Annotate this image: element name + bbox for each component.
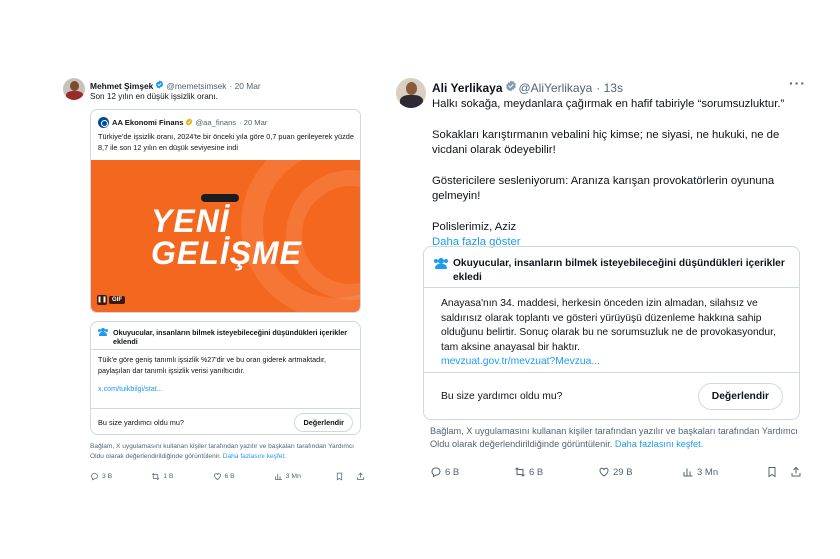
avatar-shirt bbox=[400, 95, 423, 108]
divider bbox=[91, 349, 360, 350]
community-note: Okuyucular, insanların bilmek isteyebile… bbox=[423, 246, 800, 420]
reply-button[interactable]: 3 B bbox=[90, 472, 151, 481]
like-button[interactable]: 29 B bbox=[598, 466, 682, 478]
headline-line-2: GELİŞME bbox=[151, 235, 303, 271]
community-notes-icon bbox=[434, 258, 448, 269]
tweet-actions: 6 B 6 B 29 B 3 Mn bbox=[430, 466, 802, 478]
views-button[interactable]: 3 Mn bbox=[274, 472, 335, 481]
learn-more-link[interactable]: Daha fazlasını keşfet. bbox=[615, 439, 703, 449]
avatar[interactable] bbox=[63, 78, 85, 100]
media-headline: YENİ GELİŞME bbox=[151, 205, 302, 269]
like-count: 29 B bbox=[613, 466, 633, 478]
aa-logo-avatar bbox=[98, 117, 109, 128]
community-note-disclaimer: Bağlam, X uygulamasını kullanan kişiler … bbox=[430, 425, 800, 450]
avatar-face bbox=[406, 82, 417, 95]
repost-count: 1 B bbox=[163, 473, 174, 480]
community-notes-icon bbox=[98, 328, 108, 336]
author-name[interactable]: Mehmet Şimşek bbox=[90, 81, 153, 91]
tweet-text: Halkı sokağa, meydanlara çağırmak en haf… bbox=[432, 97, 802, 251]
avatar-shirt bbox=[66, 91, 83, 100]
community-note-header: Okuyucular, insanların bilmek isteyebile… bbox=[424, 247, 799, 287]
gif-label: GIF bbox=[109, 296, 125, 304]
tweet-actions-right bbox=[335, 472, 365, 481]
rating-question: Bu size yardımcı oldu mu? bbox=[441, 391, 563, 402]
author-name[interactable]: Ali Yerlikaya bbox=[432, 81, 503, 95]
learn-more-link[interactable]: Daha fazlasını keşfet. bbox=[223, 453, 286, 460]
view-count: 3 Mn bbox=[697, 466, 719, 478]
quoted-tweet[interactable]: AA Ekonomi Finans @aa_finans · 20 Mar Tü… bbox=[90, 109, 361, 313]
gif-badge[interactable]: ❚❚ GIF bbox=[97, 295, 125, 305]
author-handle[interactable]: @memetsimsek bbox=[166, 81, 226, 91]
community-note-text: Tüik'e göre geniş tanımlı işsizlik %27'd… bbox=[98, 355, 327, 375]
community-note-disclaimer: Bağlam, X uygulamasını kullanan kişiler … bbox=[90, 442, 365, 462]
tweet-paragraph: Halkı sokağa, meydanlara çağırmak en haf… bbox=[432, 98, 785, 110]
tweet-time[interactable]: · 20 Mar bbox=[229, 81, 260, 91]
like-count: 6 B bbox=[224, 473, 235, 480]
reply-button[interactable]: 6 B bbox=[430, 466, 514, 478]
bookmark-icon[interactable] bbox=[335, 472, 344, 481]
views-icon bbox=[274, 472, 283, 481]
headline-bar bbox=[201, 194, 239, 202]
repost-icon bbox=[514, 466, 526, 478]
headline-line-1: YENİ bbox=[151, 203, 230, 239]
verified-badge-icon bbox=[155, 80, 164, 91]
quote-author-name: AA Ekonomi Finans bbox=[112, 118, 184, 127]
community-note-source-link[interactable]: x.com/tuikbilgi/stat... bbox=[98, 384, 356, 395]
view-count: 3 Mn bbox=[285, 473, 301, 480]
rate-button[interactable]: Değerlendir bbox=[697, 383, 783, 410]
tweet-text: Son 12 yılın en düşük işsizlik oranı. bbox=[90, 92, 218, 101]
views-button[interactable]: 3 Mn bbox=[682, 466, 766, 478]
quote-time: · 20 Mar bbox=[239, 118, 268, 127]
tweet-header: Mehmet Şimşek @memetsimsek · 20 Mar bbox=[90, 80, 261, 91]
more-icon[interactable]: ··· bbox=[789, 75, 806, 91]
community-note-body: Anayasa'nın 34. maddesi, herkesin öncede… bbox=[441, 297, 791, 370]
avatar[interactable] bbox=[396, 78, 426, 108]
views-icon bbox=[682, 466, 694, 478]
tweet-paragraph: Göstericilere sesleniyorum: Aranıza karı… bbox=[432, 174, 775, 203]
repost-count: 6 B bbox=[529, 466, 544, 478]
reply-icon bbox=[430, 466, 442, 478]
quote-author-handle: @aa_finans bbox=[195, 118, 237, 127]
tweet-time[interactable]: · 13s bbox=[596, 81, 623, 95]
author-handle[interactable]: @AliYerlikaya bbox=[519, 81, 593, 95]
tweet-header: Ali Yerlikaya @AliYerlikaya · 13s bbox=[432, 80, 623, 95]
share-icon[interactable] bbox=[356, 472, 365, 481]
rating-question: Bu size yardımcı oldu mu? bbox=[98, 417, 184, 427]
bookmark-icon[interactable] bbox=[766, 466, 778, 478]
community-note-title: Okuyucular, insanların bilmek isteyebile… bbox=[113, 328, 348, 346]
community-note-body: Tüik'e göre geniş tanımlı işsizlik %27'd… bbox=[98, 355, 356, 395]
tweet-actions-right bbox=[766, 466, 802, 478]
tweet-paragraph: Sokakları karıştırmanın vebalini hiç kim… bbox=[432, 128, 780, 157]
community-note-rating: Bu size yardımcı oldu mu? Değerlendir bbox=[91, 409, 360, 434]
repost-button[interactable]: 1 B bbox=[151, 472, 212, 481]
verified-badge-icon bbox=[185, 117, 193, 128]
tweet-paragraph: Polislerimiz, Aziz bbox=[432, 220, 517, 233]
community-note-source-link[interactable]: mevzuat.gov.tr/mevzuat?Mevzua... bbox=[441, 355, 791, 370]
share-icon[interactable] bbox=[790, 466, 802, 478]
community-note-rating: Bu size yardımcı oldu mu? Değerlendir bbox=[424, 373, 799, 419]
quote-header: AA Ekonomi Finans @aa_finans · 20 Mar bbox=[98, 117, 267, 128]
community-note: Okuyucular, insanların bilmek isteyebile… bbox=[90, 321, 361, 435]
divider bbox=[424, 287, 799, 288]
tweet-actions: 3 B 1 B 6 B 3 Mn bbox=[90, 472, 365, 481]
pause-icon[interactable]: ❚❚ bbox=[97, 295, 107, 305]
community-note-title: Okuyucular, insanların bilmek isteyebile… bbox=[453, 258, 785, 283]
verified-badge-icon bbox=[505, 80, 517, 95]
avatar-face bbox=[70, 81, 79, 91]
reply-count: 3 B bbox=[102, 473, 113, 480]
quote-text: Türkiye'de işsizlik oranı, 2024'te bir ö… bbox=[98, 132, 354, 152]
repost-icon bbox=[151, 472, 160, 481]
like-icon bbox=[598, 466, 610, 478]
community-note-header: Okuyucular, insanların bilmek isteyebile… bbox=[91, 322, 360, 349]
repost-button[interactable]: 6 B bbox=[514, 466, 598, 478]
rate-button[interactable]: Değerlendir bbox=[294, 412, 353, 432]
like-icon bbox=[213, 472, 222, 481]
quote-gif-media[interactable]: YENİ GELİŞME ❚❚ GIF bbox=[91, 160, 360, 312]
community-note-text: Anayasa'nın 34. maddesi, herkesin öncede… bbox=[441, 298, 776, 353]
like-button[interactable]: 6 B bbox=[213, 472, 274, 481]
reply-icon bbox=[90, 472, 99, 481]
reply-count: 6 B bbox=[445, 466, 460, 478]
